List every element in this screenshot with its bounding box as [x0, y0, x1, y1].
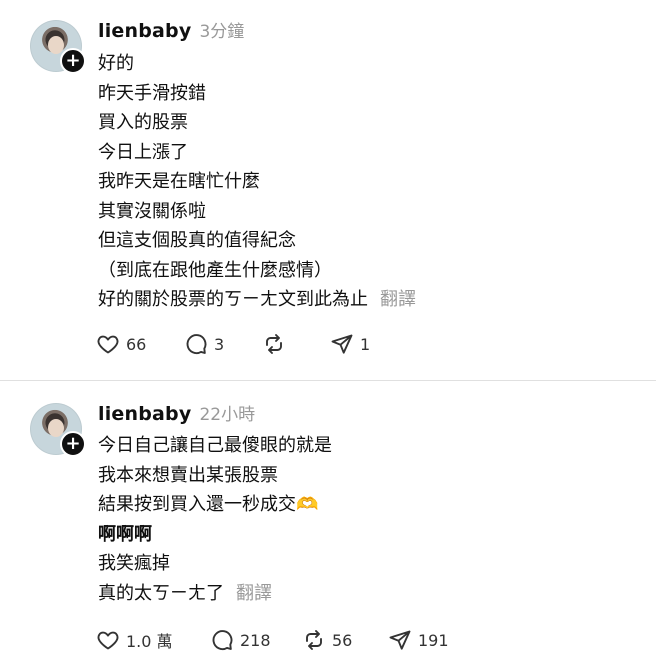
plus-icon[interactable]: +: [60, 431, 86, 457]
repost-button[interactable]: [262, 332, 330, 356]
post-header: lienbaby 22小時: [98, 400, 255, 426]
reply-count: 3: [214, 334, 225, 354]
post-line: 我昨天是在瞎忙什麼: [98, 171, 260, 192]
action-bar: 1.0 萬 218 56 191: [96, 626, 449, 654]
post-line: 好的: [98, 53, 134, 74]
like-button[interactable]: 66: [96, 332, 184, 356]
post-line: 其實沒關係啦: [98, 200, 206, 222]
heart-icon: [97, 631, 119, 650]
post-line: 啊啊啊: [98, 523, 152, 545]
translate-link[interactable]: 翻譯: [380, 289, 416, 310]
username[interactable]: lienbaby: [98, 20, 191, 42]
send-icon: [389, 630, 411, 650]
post-line-with-emoji: 結果按到買入還一秒成交🫶: [98, 490, 332, 520]
repost-icon: [306, 630, 322, 650]
username[interactable]: lienbaby: [98, 403, 191, 425]
post-line-last: 好的關於股票的ㄎㄧㄤ文到此為止 翻譯: [98, 285, 416, 315]
action-bar: 66 3 1: [96, 330, 370, 358]
reply-button[interactable]: 218: [210, 628, 302, 652]
plus-icon[interactable]: +: [60, 48, 86, 74]
comment-icon: [186, 334, 207, 355]
send-icon: [331, 334, 353, 354]
post-body: 今日自己讓自己最傻眼的就是 我本來想賣出某張股票 結果按到買入還一秒成交🫶 啊啊…: [98, 431, 332, 608]
post-line-text: 結果按到買入還一秒成交: [98, 494, 296, 515]
timestamp[interactable]: 3分鐘: [199, 22, 244, 42]
post-line-text: 真的太ㄎㄧㄤ了: [98, 582, 224, 604]
share-button[interactable]: 191: [388, 628, 449, 652]
post-line: 我笑瘋掉: [98, 553, 170, 574]
heart-hands-emoji: 🫶: [296, 494, 319, 515]
repost-count: 56: [332, 630, 353, 650]
share-button[interactable]: 1: [330, 332, 370, 356]
post-line: 買入的股票: [98, 112, 188, 133]
translate-link[interactable]: 翻譯: [236, 583, 272, 604]
heart-icon: [97, 335, 119, 354]
timestamp[interactable]: 22小時: [199, 405, 255, 425]
post-body: 好的 昨天手滑按錯 買入的股票 今日上漲了 我昨天是在瞎忙什麼 其實沒關係啦 但…: [98, 49, 416, 315]
share-count: 191: [418, 630, 449, 650]
post-line: 昨天手滑按錯: [98, 82, 206, 104]
thread-post: + lienbaby 22小時 今日自己讓自己最傻眼的就是 我本來想賣出某張股票 …: [0, 381, 656, 669]
post-line: （到底在跟他產生什麼感情）: [98, 259, 332, 281]
like-button[interactable]: 1.0 萬: [96, 628, 210, 652]
reply-button[interactable]: 3: [184, 332, 262, 356]
post-line: 但這支個股真的值得紀念: [98, 230, 296, 251]
thread-post: + lienbaby 3分鐘 好的 昨天手滑按錯 買入的股票 今日上漲了 我昨天是…: [0, 0, 656, 380]
share-count: 1: [360, 334, 371, 354]
repost-icon: [266, 334, 282, 354]
post-line: 我本來想賣出某張股票: [98, 464, 278, 486]
post-header: lienbaby 3分鐘: [98, 17, 244, 43]
post-line-text: 好的關於股票的ㄎㄧㄤ文到此為止: [98, 289, 368, 310]
post-line: 今日上漲了: [98, 141, 188, 163]
comment-icon: [212, 630, 233, 651]
post-line-last: 真的太ㄎㄧㄤ了 翻譯: [98, 579, 332, 609]
like-count: 66: [126, 334, 147, 354]
like-count: 1.0 萬: [126, 632, 173, 651]
post-line: 今日自己讓自己最傻眼的就是: [98, 435, 332, 456]
repost-button[interactable]: 56: [302, 628, 388, 652]
reply-count: 218: [240, 630, 271, 650]
